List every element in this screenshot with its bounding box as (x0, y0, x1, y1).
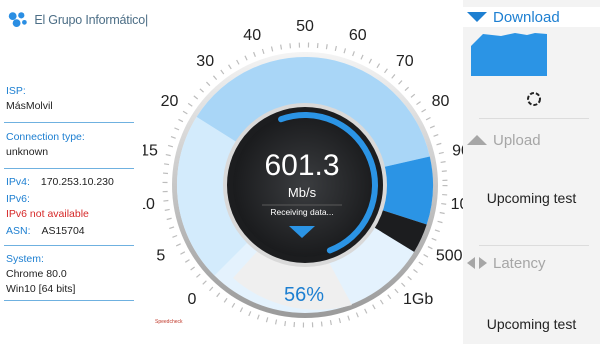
speed-gauge: 0 5 10 15 20 30 40 50 60 70 80 90 100 500 1Gb 601.3 Mb… (143, 18, 463, 328)
tick-label: 90 (452, 142, 463, 159)
isp-block: ISP: MásMolvil (6, 84, 134, 114)
isp-label: ISP: (6, 85, 26, 97)
system-label: System: (6, 253, 44, 265)
download-graph (471, 33, 547, 76)
speed-value: 601.3 (264, 149, 339, 182)
tick-label: 50 (296, 18, 314, 35)
system-block: System: Chrome 80.0 Win10 [64 bits] (6, 252, 134, 297)
ipv4-label: IPv4: (6, 176, 30, 188)
latency-label: Latency (493, 254, 546, 272)
tick-label: 10 (143, 196, 155, 213)
tick-label: 1Gb (403, 291, 433, 308)
tick-label: 0 (187, 291, 196, 308)
download-label: Download (493, 8, 560, 26)
info-panel: El Grupo Informático| ISP: MásMolvil Con… (0, 0, 148, 344)
connection-label: Connection type: (6, 131, 85, 143)
brand-name: El Grupo Informático| (34, 13, 148, 27)
divider (4, 300, 134, 301)
divider (4, 122, 134, 123)
upload-status: Upcoming test (486, 190, 577, 206)
isp-value: MásMolvil (6, 100, 53, 112)
tick-label: 60 (349, 27, 367, 44)
tick-label: 5 (156, 247, 165, 264)
sponsor-logo: Speedcheck (155, 319, 183, 325)
divider (479, 245, 589, 246)
tick-label: 20 (161, 93, 179, 110)
system-os: Win10 [64 bits] (6, 283, 76, 295)
tick-label: 40 (243, 27, 261, 44)
system-browser: Chrome 80.0 (6, 268, 67, 280)
status-text: Receiving data... (270, 207, 333, 217)
brand: El Grupo Informático| (8, 8, 148, 32)
latency-header: Latency (463, 253, 600, 273)
progress-label: 56% (284, 284, 324, 306)
brand-logo-icon (8, 12, 27, 28)
ipv6-value: IPv6 not available (6, 208, 89, 220)
upload-header: Upload (463, 130, 600, 150)
divider (4, 245, 134, 246)
results-panel: Download Upload Upcoming test Latency Up… (463, 0, 600, 344)
speed-unit: Mb/s (288, 185, 317, 200)
tick-label: 15 (143, 142, 158, 159)
asn-value: AS15704 (41, 225, 85, 237)
upload-triangle-icon (467, 135, 487, 145)
tick-label: 500 (436, 247, 463, 264)
latency-arrows-icon (467, 257, 487, 269)
asn-label: ASN: (6, 225, 31, 237)
tick-label: 100 (451, 196, 463, 213)
ipv6-label: IPv6: (6, 193, 30, 205)
latency-status: Upcoming test (486, 316, 577, 332)
connection-value: unknown (6, 146, 49, 158)
download-triangle-icon (467, 12, 487, 22)
connection-block: Connection type: unknown (6, 130, 134, 160)
divider (4, 168, 134, 169)
ipv4-value: 170.253.10.230 (40, 176, 114, 188)
tick-label: 30 (196, 53, 214, 70)
ip-block: IPv4: 170.253.10.230 IPv6: IPv6 not avai… (6, 175, 134, 239)
tick-label: 80 (432, 93, 450, 110)
loading-spinner-icon (527, 92, 541, 106)
divider (479, 118, 589, 119)
download-header: Download (463, 7, 600, 27)
tick-label: 70 (396, 53, 414, 70)
upload-label: Upload (493, 131, 541, 149)
